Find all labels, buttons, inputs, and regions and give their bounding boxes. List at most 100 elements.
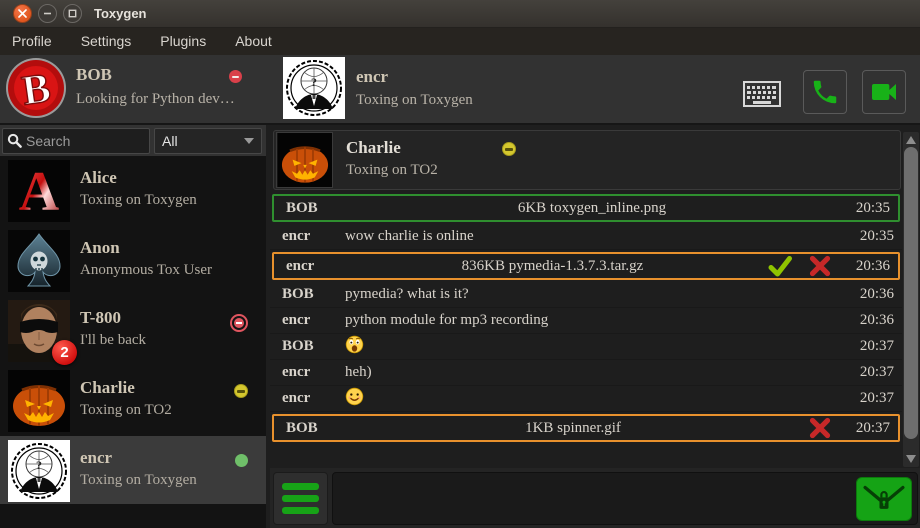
message-time: 20:36 [850, 286, 902, 303]
charlie-avatar [8, 370, 70, 432]
contact-status-message: Toxing on Toxygen [80, 192, 197, 209]
contact-row-anon[interactable]: Anon Anonymous Tox User [0, 226, 266, 296]
peer-name: encr [356, 67, 388, 87]
message-text: encr wow charlie is online 20:35 [270, 224, 902, 250]
message-author: BOB [274, 200, 338, 217]
message-emoji: BOB 20:37 [270, 334, 902, 360]
message-time: 20:36 [850, 312, 902, 329]
file-transfer-label: 6KB toxygen_inline.png [338, 200, 846, 217]
message-file-transfer: BOB 1KB spinner.gif 20:37 [272, 414, 900, 442]
accept-file-icon[interactable] [767, 254, 793, 278]
maximize-icon[interactable] [63, 4, 82, 23]
hamburger-icon [282, 483, 319, 490]
message-time: 20:37 [850, 390, 902, 407]
cancel-file-icon[interactable] [808, 416, 832, 440]
contact-name: Anon [80, 238, 120, 258]
contacts-panel: All A Alice Toxing on Toxygen [0, 125, 266, 528]
away-status-icon [234, 384, 248, 398]
chat-panel: Charlie Toxing on TO2 BOB 6KB toxygen_in… [270, 125, 920, 528]
message-scrollbar[interactable] [903, 132, 919, 467]
hamburger-icon [282, 507, 319, 514]
self-busy-status-icon [229, 70, 242, 83]
menu-plugins[interactable]: Plugins [148, 29, 223, 54]
toxygen-window: Toxygen Profile Settings Plugins About B… [0, 0, 920, 528]
astonished-emoji-icon [345, 335, 364, 354]
send-message-button[interactable] [856, 477, 912, 521]
chat-card-status-message: Toxing on TO2 [346, 162, 438, 179]
scrollbar-thumb[interactable] [904, 147, 918, 439]
typing-keyboard-icon [743, 81, 781, 112]
chat-card-name: Charlie [346, 138, 401, 158]
online-status-icon [235, 454, 248, 467]
header: B BOB Looking for Python dev… ? encr Tox… [0, 55, 920, 125]
phone-icon [810, 77, 840, 107]
minimize-icon[interactable] [38, 4, 57, 23]
video-call-button[interactable] [862, 70, 906, 114]
audio-call-button[interactable] [803, 70, 847, 114]
search-icon [7, 133, 22, 148]
alice-avatar: A [8, 160, 70, 222]
scroll-up-icon[interactable] [906, 136, 916, 144]
message-time: 20:37 [850, 364, 902, 381]
message-author: BOB [270, 338, 334, 355]
self-status-message: Looking for Python dev… [76, 91, 235, 108]
contact-row-encr[interactable]: ? encr Toxing on Toxygen [0, 436, 266, 504]
message-author: BOB [270, 286, 334, 303]
contact-name: Charlie [80, 378, 135, 398]
hamburger-icon [282, 495, 319, 502]
message-author: encr [270, 228, 334, 245]
message-text: encr heh) 20:37 [270, 360, 902, 386]
message-history: BOB 6KB toxygen_inline.png 20:35 encr wo… [270, 192, 902, 444]
contact-row-alice[interactable]: A Alice Toxing on Toxygen [0, 156, 266, 226]
close-icon[interactable] [13, 4, 32, 23]
message-time: 20:37 [846, 420, 898, 437]
contact-row-charlie[interactable]: Charlie Toxing on TO2 [0, 366, 266, 436]
message-input[interactable] [332, 472, 918, 525]
message-author: encr [270, 390, 334, 407]
message-body: wow charlie is online [334, 228, 850, 245]
chat-contact-card: Charlie Toxing on TO2 [273, 130, 901, 190]
chevron-down-icon [244, 138, 254, 144]
unread-count-badge: 2 [52, 340, 77, 365]
message-body: heh) [334, 364, 850, 381]
message-author: encr [270, 364, 334, 381]
message-body: python module for mp3 recording [334, 312, 850, 329]
busy-status-icon [230, 314, 248, 332]
message-body: pymedia? what is it? [334, 286, 850, 303]
file-transfer-label: 836KB pymedia-1.3.7.3.tar.gz [338, 258, 767, 275]
message-time: 20:35 [850, 228, 902, 245]
peer-avatar: ? [283, 57, 345, 119]
message-author: encr [270, 312, 334, 329]
menu-bar: Profile Settings Plugins About [0, 28, 920, 55]
peer-status-message: Toxing on Toxygen [356, 92, 473, 109]
filter-row: All [0, 125, 266, 156]
charlie-avatar [276, 132, 333, 188]
svg-text:A: A [19, 161, 60, 222]
anon-avatar [8, 230, 70, 292]
search-input[interactable] [26, 133, 141, 149]
scroll-down-icon[interactable] [906, 455, 916, 463]
menu-profile[interactable]: Profile [0, 29, 69, 54]
contact-filter-dropdown[interactable]: All [154, 128, 262, 154]
away-status-icon [502, 142, 516, 156]
window-title: Toxygen [94, 6, 147, 21]
contact-name: encr [80, 448, 112, 468]
message-author: BOB [274, 420, 338, 437]
message-time: 20:36 [846, 258, 898, 275]
contact-status-message: I'll be back [80, 332, 146, 349]
contact-row-t800[interactable]: T-800 I'll be back 2 [0, 296, 266, 366]
menu-about[interactable]: About [223, 29, 289, 54]
message-author: encr [274, 258, 338, 275]
message-time: 20:35 [846, 200, 898, 217]
svg-text:?: ? [36, 458, 42, 472]
contact-name: Alice [80, 168, 117, 188]
decline-file-icon[interactable] [808, 254, 832, 278]
message-file-offer: encr 836KB pymedia-1.3.7.3.tar.gz 20:36 [272, 252, 900, 280]
attachments-menu-button[interactable] [273, 472, 328, 525]
video-camera-icon [868, 76, 900, 108]
search-box[interactable] [2, 128, 150, 154]
menu-settings[interactable]: Settings [69, 29, 149, 54]
self-avatar[interactable]: B [5, 57, 67, 119]
message-file-complete: BOB 6KB toxygen_inline.png 20:35 [272, 194, 900, 222]
filter-selected-value: All [162, 133, 178, 149]
